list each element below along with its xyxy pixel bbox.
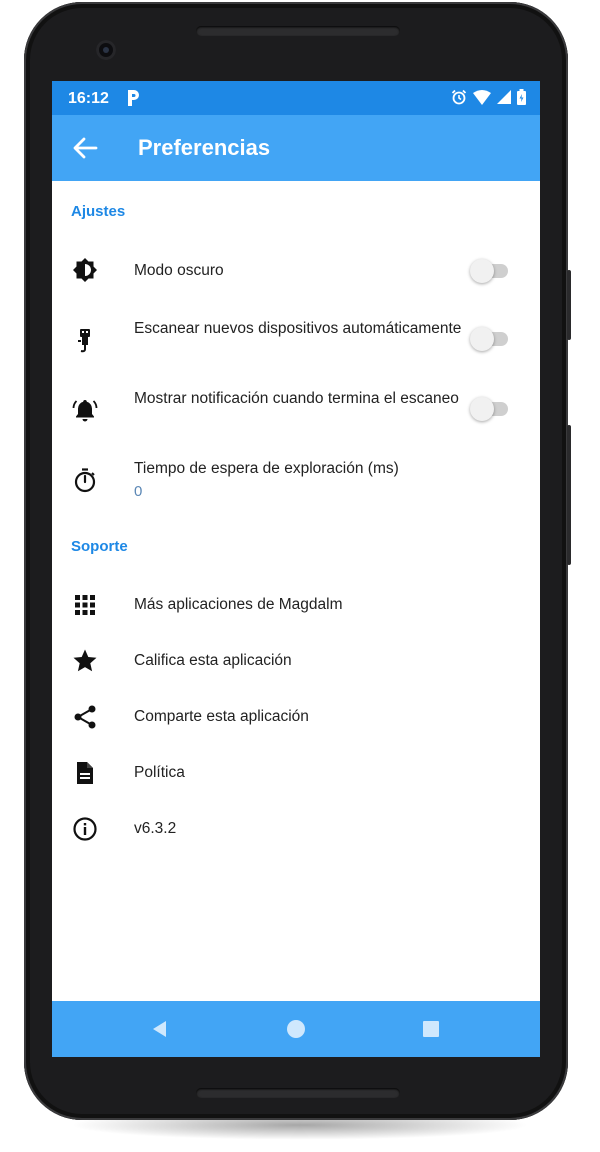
star-icon <box>73 649 97 672</box>
parking-icon <box>128 90 139 106</box>
share-app-item[interactable]: Comparte esta aplicación <box>52 695 540 739</box>
status-icons <box>451 89 526 105</box>
dark-mode-label: Modo oscuro <box>134 262 224 279</box>
grid-icon <box>75 595 95 615</box>
scan-notification-setting[interactable]: Mostrar notificación cuando termina el e… <box>52 385 540 435</box>
app-bar: Preferencias <box>52 115 540 181</box>
more-apps-label: Más aplicaciones de Magdalm <box>134 596 343 613</box>
dark-mode-setting[interactable]: Modo oscuro <box>52 249 540 291</box>
scan-notification-toggle[interactable] <box>470 397 508 421</box>
auto-scan-label: Escanear nuevos dispositivos automáticam… <box>134 320 462 337</box>
scan-timeout-label: Tiempo de espera de exploración (ms) <box>134 460 399 477</box>
alarm-icon <box>451 89 467 105</box>
toggle-thumb <box>470 327 494 351</box>
rate-app-item[interactable]: Califica esta aplicación <box>52 639 540 683</box>
usb-key-icon <box>78 329 90 353</box>
more-apps-item[interactable]: Más aplicaciones de Magdalm <box>52 583 540 627</box>
share-icon <box>74 705 96 729</box>
navigation-bar <box>52 1001 540 1057</box>
section-header-settings: Ajustes <box>71 203 126 220</box>
scan-timeout-value: 0 <box>134 483 143 500</box>
version-item[interactable]: v6.3.2 <box>52 807 540 851</box>
arrow-left-icon[interactable] <box>70 133 100 163</box>
wifi-icon <box>473 89 491 105</box>
volume-button <box>567 425 571 565</box>
home-circle-icon[interactable] <box>284 1017 308 1041</box>
share-app-label: Comparte esta aplicación <box>134 708 309 725</box>
back-triangle-icon[interactable] <box>148 1017 172 1041</box>
scan-notification-label: Mostrar notificación cuando termina el e… <box>134 390 459 407</box>
toggle-thumb <box>470 397 494 421</box>
brightness-contrast-icon <box>73 258 97 282</box>
bottom-speaker <box>196 1088 400 1098</box>
document-icon <box>77 762 93 784</box>
front-camera <box>96 40 116 60</box>
timer-icon <box>74 468 96 493</box>
scan-timeout-setting[interactable]: Tiempo de espera de exploración (ms) 0 <box>52 455 540 505</box>
signal-icon <box>497 90 511 104</box>
dark-mode-toggle[interactable] <box>470 259 508 283</box>
auto-scan-toggle[interactable] <box>470 327 508 351</box>
policy-item[interactable]: Política <box>52 751 540 795</box>
status-time: 16:12 <box>68 90 109 107</box>
toggle-thumb <box>470 259 494 283</box>
status-bar: 16:12 <box>52 81 540 115</box>
power-button <box>567 270 571 340</box>
screen: 16:12 Preferencias Ajustes Modo oscuro E… <box>52 81 540 1057</box>
version-label: v6.3.2 <box>134 820 177 837</box>
auto-scan-setting[interactable]: Escanear nuevos dispositivos automáticam… <box>52 315 540 365</box>
policy-label: Política <box>134 764 185 781</box>
info-icon <box>73 817 97 841</box>
battery-icon <box>517 89 526 105</box>
rate-app-label: Califica esta aplicación <box>134 652 292 669</box>
recents-square-icon[interactable] <box>419 1017 443 1041</box>
page-title: Preferencias <box>138 135 271 160</box>
bell-ringing-icon <box>72 400 98 422</box>
section-header-support: Soporte <box>71 538 128 555</box>
earpiece-speaker <box>196 26 400 36</box>
